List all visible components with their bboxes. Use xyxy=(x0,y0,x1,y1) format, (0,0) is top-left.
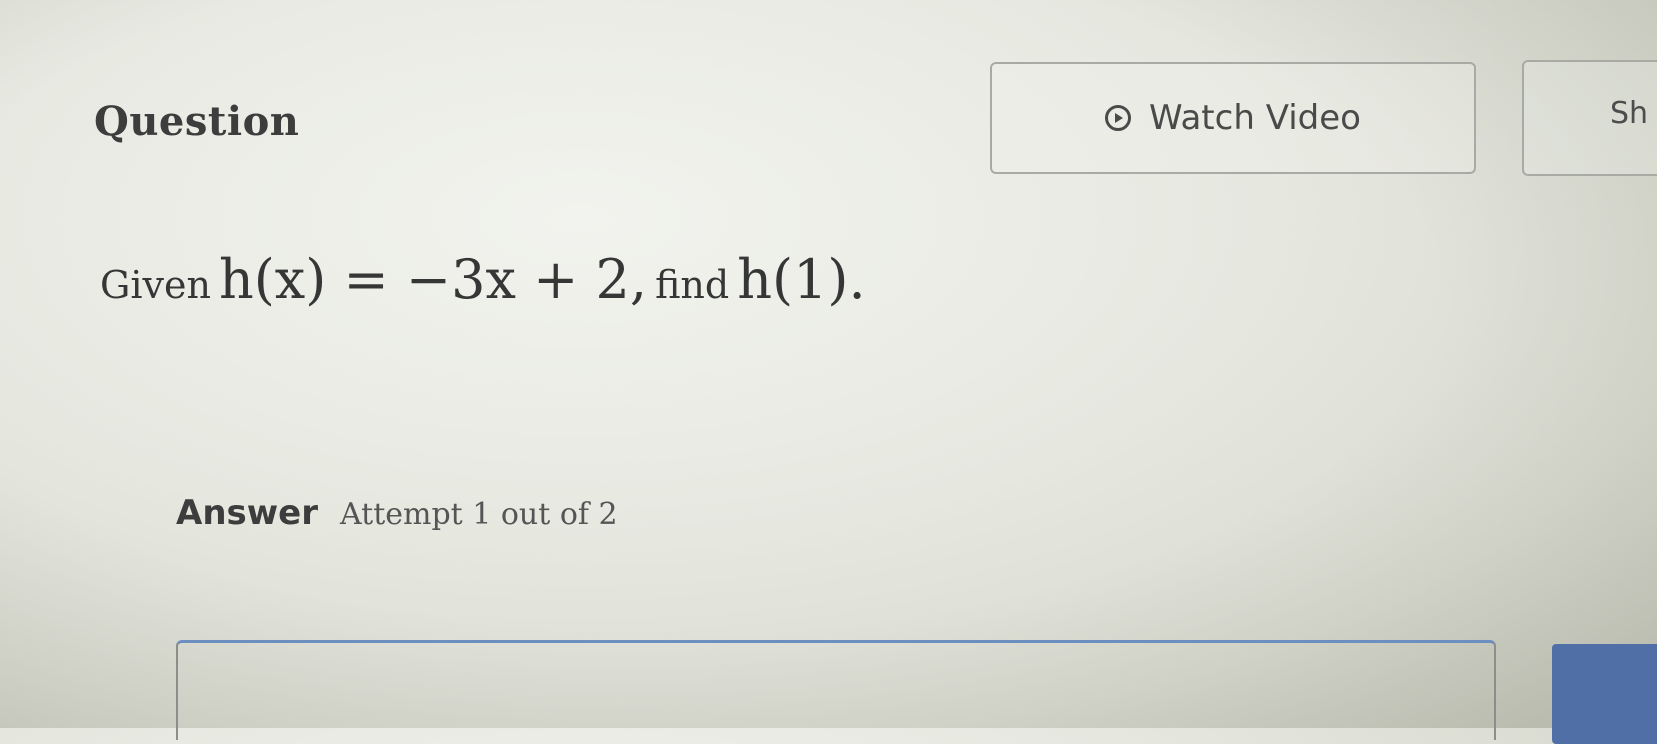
target-expression: h(1). xyxy=(737,248,866,311)
watch-video-label: Watch Video xyxy=(1149,98,1361,138)
problem-middle: find xyxy=(655,263,730,307)
problem-statement: Given h(x) = −3x + 2, find h(1). xyxy=(100,248,874,311)
question-heading: Question xyxy=(94,98,300,145)
attempt-counter: Attempt 1 out of 2 xyxy=(340,497,618,532)
answer-input[interactable] xyxy=(176,640,1496,740)
answer-header: Answer Attempt 1 out of 2 xyxy=(176,493,618,533)
function-definition: h(x) = −3x + 2, xyxy=(218,248,648,311)
submit-answer-button[interactable] xyxy=(1552,644,1657,744)
show-examples-button[interactable]: Sh xyxy=(1522,60,1657,176)
problem-prefix: Given xyxy=(100,263,211,307)
play-circle-icon xyxy=(1105,105,1132,131)
show-button-label: Sh xyxy=(1610,96,1649,131)
watch-video-button[interactable]: Watch Video xyxy=(990,62,1476,174)
answer-label: Answer xyxy=(176,493,318,533)
